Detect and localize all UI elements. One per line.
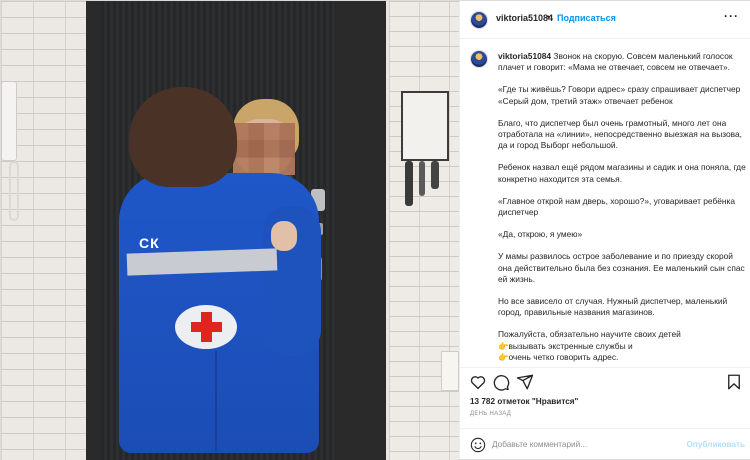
brick-wall-right [389,1,459,460]
heart-icon[interactable] [469,373,487,391]
face-blur [233,123,295,175]
jacket-seam [215,351,217,451]
paramedic-head [129,87,237,187]
caption-list-text: вызывать экстренные службы и [508,340,633,351]
hanging-key [405,161,413,206]
caption-text: «Где ты живёшь? Говори адрес» сразу спра… [498,84,741,106]
caption-text: Пожалуйста, обязательно научите своих де… [498,329,681,340]
action-bar [460,367,750,395]
caption-list-text: очень четко говорить адрес. [508,351,619,362]
child-hand [271,221,297,251]
more-options-icon[interactable]: ··· [724,9,739,23]
hanging-key [419,161,425,196]
post-photo[interactable]: СК [1,1,459,460]
pointing-hand-icon: 👉 [498,351,509,362]
red-cross-icon [191,322,222,332]
intercom-cord [9,161,19,221]
author-username[interactable]: viktoria51084 [496,13,553,23]
likes-count[interactable]: 13 782 отметок "Нравится" [470,397,578,406]
post-window: СК viktoria51084 • Подписаться ··· vikto… [0,0,750,460]
caption-text: «Главное открой нам дверь, хорошо?», уго… [498,195,736,218]
separator-dot: • [547,12,551,22]
post-caption: viktoria51084 Звонок на скорую. Совсем м… [498,51,748,362]
caption-list-item: 👉вызывать экстренные службы и [498,341,748,352]
brick-wall-left [1,1,96,460]
caption-text: «Да, открою, я умею» [498,229,583,240]
share-icon[interactable] [516,373,534,391]
comment-bar: Опубликовать [460,428,750,459]
bookmark-icon[interactable] [725,373,743,391]
emoji-icon[interactable] [470,437,486,453]
avatar[interactable] [470,11,488,29]
comment-input[interactable] [492,436,682,453]
caption-text: Но все зависело от случая. Нужный диспет… [498,296,728,318]
intercom-handset [1,81,17,161]
comment-icon[interactable] [492,373,510,391]
post-side-panel: viktoria51084 • Подписаться ··· viktoria… [459,1,750,459]
jacket-lettering: СК [139,235,160,251]
caption-list-item: 👉очень четко говорить адрес. [498,352,748,362]
caption-text: Ребенок назвал ещё рядом магазины и сади… [498,162,746,184]
light-switch [441,351,459,391]
post-date[interactable]: День назад [470,411,511,417]
post-header: viktoria51084 • Подписаться ··· [460,1,750,39]
publish-button[interactable]: Опубликовать [687,440,745,449]
follow-button[interactable]: Подписаться [557,13,616,23]
pointing-hand-icon: 👉 [498,340,509,351]
key-holder [401,91,449,161]
hanging-key [431,161,439,189]
caption-text: Благо, что диспетчер был очень грамотный… [498,117,742,151]
caption-text: У мамы развилось острое заболевание и по… [498,251,745,284]
caption-username[interactable]: viktoria51084 [498,51,551,61]
avatar[interactable] [470,50,488,68]
caption-scroll-area[interactable]: viktoria51084 Звонок на скорую. Совсем м… [460,40,750,362]
